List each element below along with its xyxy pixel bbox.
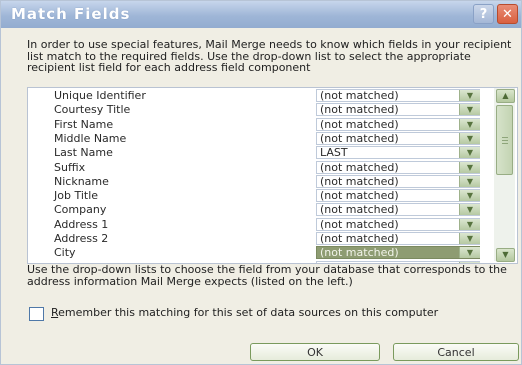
field-match-value: LAST [320, 146, 348, 160]
chevron-down-icon[interactable]: ▼ [459, 90, 480, 101]
scroll-up-button[interactable]: ▲ [496, 89, 515, 103]
chevron-down-icon[interactable]: ▼ [459, 204, 480, 216]
field-name: Last Name [54, 146, 113, 160]
field-row: Suffix (not matched) ▼ [28, 160, 494, 175]
field-match-dropdown[interactable]: (not matched) ▼ [316, 232, 480, 245]
field-match-value: (not matched) [320, 203, 399, 217]
chevron-down-icon[interactable]: ▼ [459, 190, 480, 202]
field-match-value: (not matched) [320, 246, 399, 260]
field-name: First Name [54, 117, 114, 131]
field-name: Unique Identifier [54, 89, 146, 102]
field-row: Nickname (not matched) ▼ [28, 174, 494, 189]
intro-text: In order to use special features, Mail M… [27, 38, 512, 74]
field-match-dropdown[interactable]: (not matched) ▼ [316, 174, 480, 188]
field-row: City (not matched) ▼ [28, 246, 494, 260]
field-match-value: (not matched) [320, 117, 399, 131]
field-match-dropdown[interactable]: (not matched) ▼ [316, 117, 480, 131]
match-fields-dialog: Match Fields ? ✕ In order to use special… [0, 0, 522, 365]
field-match-value: (not matched) [320, 232, 399, 245]
field-row: Address 2 (not matched) ▼ [28, 232, 494, 246]
field-match-dropdown[interactable]: (not matched) ▼ [316, 160, 480, 174]
field-name: City [54, 246, 76, 260]
field-name: Courtesy Title [54, 103, 131, 117]
field-match-value: (not matched) [320, 89, 399, 102]
chevron-down-icon[interactable]: ▼ [459, 132, 480, 144]
field-match-value: (not matched) [320, 189, 399, 203]
ok-button[interactable]: OK [250, 343, 380, 361]
field-row: Middle Name (not matched) ▼ [28, 131, 494, 146]
field-name: Company [54, 203, 107, 217]
chevron-down-icon[interactable]: ▼ [459, 118, 480, 130]
help-button[interactable]: ? [473, 4, 494, 24]
field-match-dropdown[interactable]: (not matched) ▼ [316, 131, 480, 145]
field-mapping-list: Unique Identifier (not matched) ▼ Courtesy … [27, 87, 518, 264]
field-match-dropdown[interactable]: (not matched) ▼ [316, 103, 480, 117]
chevron-down-icon[interactable]: ▼ [459, 218, 480, 230]
field-match-dropdown[interactable]: LAST ▼ [316, 146, 480, 160]
field-row: Address 1 (not matched) ▼ [28, 217, 494, 232]
field-row: Company (not matched) ▼ [28, 203, 494, 217]
field-match-value: (not matched) [320, 174, 399, 188]
field-match-dropdown[interactable]: (not matched) ▼ [316, 217, 480, 231]
remember-checkbox-label: Remember this matching for this set of d… [51, 306, 439, 319]
chevron-down-icon[interactable]: ▼ [459, 104, 480, 116]
field-match-value: (not matched) [320, 160, 399, 174]
field-match-value: (not matched) [320, 217, 399, 231]
field-match-value: (not matched) [320, 103, 399, 117]
field-name: Address 2 [54, 232, 109, 245]
remember-checkbox[interactable] [29, 307, 44, 321]
scroll-down-button[interactable]: ▼ [496, 248, 515, 262]
field-match-dropdown[interactable]: (not matched) ▼ [316, 89, 480, 102]
field-row: First Name (not matched) ▼ [28, 117, 494, 132]
field-name: Address 1 [54, 217, 109, 231]
field-match-value: (not matched) [320, 131, 399, 145]
title-bar: Match Fields ? ✕ [1, 1, 521, 28]
field-match-dropdown[interactable]: (not matched) ▼ [316, 189, 480, 203]
field-name: Job Title [54, 189, 99, 203]
close-button[interactable]: ✕ [497, 4, 518, 24]
chevron-down-icon[interactable]: ▼ [459, 147, 480, 159]
chevron-down-icon[interactable]: ▼ [459, 247, 480, 259]
chevron-down-icon[interactable]: ▼ [459, 161, 480, 173]
field-match-dropdown[interactable]: (not matched) ▼ [316, 203, 480, 217]
field-match-dropdown[interactable]: (not matched) ▼ [316, 246, 480, 260]
chevron-down-icon[interactable]: ▼ [459, 175, 480, 187]
field-name: Nickname [54, 174, 109, 188]
field-row: Unique Identifier (not matched) ▼ [28, 89, 494, 103]
field-name: Suffix [54, 160, 86, 174]
instruction-text: Use the drop-down lists to choose the fi… [27, 263, 507, 288]
field-row: Job Title (not matched) ▼ [28, 189, 494, 203]
dialog-title: Match Fields [11, 5, 131, 23]
scroll-thumb[interactable] [496, 105, 513, 175]
field-name: Middle Name [54, 131, 127, 145]
cancel-button[interactable]: Cancel [393, 343, 519, 361]
field-row: Courtesy Title (not matched) ▼ [28, 103, 494, 117]
field-row: Last Name LAST ▼ [28, 146, 494, 160]
chevron-down-icon[interactable]: ▼ [459, 233, 480, 244]
vertical-scrollbar[interactable]: ▲ ▼ [494, 88, 515, 262]
